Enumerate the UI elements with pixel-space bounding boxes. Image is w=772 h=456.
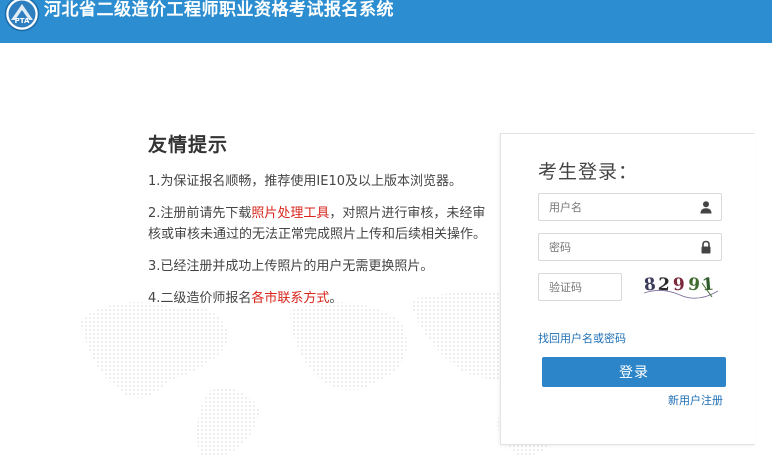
login-button[interactable]: 登录 xyxy=(542,357,726,387)
top-header-bar: PTA 河北省二级造价工程师职业资格考试报名系统 xyxy=(0,0,772,43)
login-panel: 考生登录： 8 2 9 9 1 找回用户名或密码 登录 新用户注册 xyxy=(500,133,755,445)
password-field xyxy=(538,233,722,261)
city-contacts-link[interactable]: 各市联系方式 xyxy=(251,291,329,306)
tip-city-contacts: 4.二级造价师报名各市联系方式。 xyxy=(148,288,488,309)
captcha-noise xyxy=(643,282,719,299)
tip-city-contacts-prefix: 4.二级造价师报名 xyxy=(148,291,252,306)
photo-tool-download-link[interactable]: 照片处理工具 xyxy=(251,206,329,221)
login-title: 考生登录： xyxy=(538,161,639,183)
password-input[interactable] xyxy=(539,234,689,260)
username-field xyxy=(538,193,722,221)
logo-text: PTA xyxy=(15,17,30,25)
captcha-input[interactable] xyxy=(539,274,619,300)
tip-no-replace-photo: 3.已经注册并成功上传照片的用户无需更换照片。 xyxy=(148,259,434,274)
tip-city-contacts-suffix: 。 xyxy=(329,291,343,306)
tips-section: 友情提示 1.为保证报名顺畅，推荐使用IE10及以上版本浏览器。 2.注册前请先… xyxy=(148,130,488,320)
tip-photo-tool-prefix: 2.注册前请先下载 xyxy=(148,206,252,221)
forgot-credentials-link[interactable]: 找回用户名或密码 xyxy=(538,330,626,346)
tip-photo-tool: 2.注册前请先下载照片处理工具，对照片进行审核，未经审核或审核未通过的无法正常完… xyxy=(148,203,488,245)
new-user-register-link[interactable]: 新用户注册 xyxy=(668,392,723,408)
tips-title: 友情提示 xyxy=(148,134,229,156)
site-title: 河北省二级造价工程师职业资格考试报名系统 xyxy=(44,0,394,20)
pta-logo-icon: PTA xyxy=(4,0,40,32)
tip-browser: 1.为保证报名顺畅，推荐使用IE10及以上版本浏览器。 xyxy=(148,174,462,189)
lock-icon xyxy=(701,240,711,254)
captcha-field xyxy=(538,273,622,301)
user-icon xyxy=(700,201,712,214)
captcha-image[interactable]: 8 2 9 9 1 xyxy=(642,273,720,301)
username-input[interactable] xyxy=(539,194,689,220)
